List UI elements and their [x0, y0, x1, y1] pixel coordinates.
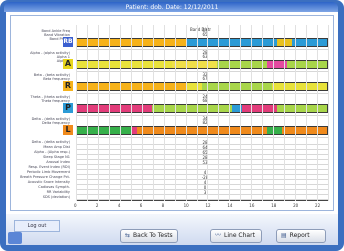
row-label: Beta frequency [43, 77, 70, 81]
metric-label: Cadiovas Sympth. [38, 185, 70, 189]
x-tick-label: 16 [249, 203, 255, 208]
grid-line [284, 25, 286, 201]
band-tag: A [63, 59, 73, 69]
app-icon [8, 232, 22, 244]
band-bar [76, 38, 328, 47]
grid-line [97, 25, 99, 201]
band-value: 65 [202, 32, 208, 37]
row-label: Delta frequency [41, 121, 70, 125]
line-chart-icon: 〰 [215, 232, 222, 239]
bar-segment [77, 127, 132, 134]
line-chart-label: Line Chart [224, 232, 255, 239]
metric-label: Breath Pressure Change Pct. [20, 175, 70, 179]
x-tick-label: 4 [117, 203, 121, 208]
bar-segment [137, 127, 267, 134]
bar-segment [217, 61, 267, 68]
grid-line [185, 25, 187, 201]
line-chart-button[interactable]: 〰 Line Chart [210, 229, 262, 243]
bar-segment [187, 39, 277, 46]
metric-label: Sleep Stage N1 [43, 155, 70, 159]
grid-line [130, 25, 132, 201]
band-value: 82 [202, 120, 208, 125]
metric-label: SDS (deviation) [42, 195, 70, 199]
back-to-tests-label: Back To Tests [133, 232, 173, 239]
row-divider [76, 137, 328, 138]
x-tick-label: 18 [271, 203, 277, 208]
logout-tab[interactable]: Log out [14, 220, 60, 232]
band-bar [76, 104, 328, 113]
grid-line [295, 25, 297, 201]
band-value: 67 [202, 76, 208, 81]
back-to-tests-button[interactable]: ⇆ Back To Tests [120, 229, 178, 243]
grid-line [86, 25, 88, 201]
x-tick-label: 14 [227, 203, 233, 208]
band-value: 63 [202, 54, 208, 59]
grid-line [152, 25, 154, 201]
metric-label: Periodic Limb Movement [26, 170, 70, 174]
grid-line [229, 25, 231, 201]
x-tick-label: 2 [95, 203, 99, 208]
band-tag: R [63, 81, 73, 91]
grid-line [196, 25, 198, 201]
grid-line [174, 25, 176, 201]
band-bar [76, 126, 328, 135]
metric-label: Resp. Event Index (RDI) [28, 165, 70, 169]
bar-segment [77, 83, 187, 90]
x-axis [76, 200, 328, 201]
grid-line [76, 25, 77, 201]
report-button[interactable]: ▤ Report [276, 229, 326, 243]
bar-segment [172, 61, 217, 68]
bar-segment [272, 83, 327, 90]
grid-line [328, 25, 329, 201]
grid-line [163, 25, 165, 201]
grid-line [207, 25, 209, 201]
x-tick-label: 22 [315, 203, 321, 208]
grid-line [262, 25, 264, 201]
grid-line [141, 25, 143, 201]
bar-segment [242, 105, 277, 112]
row-label: Alpha 2 [56, 59, 70, 63]
bar-segment [77, 61, 172, 68]
grid-line [108, 25, 110, 201]
metric-label: RR Variability [46, 190, 70, 194]
metric-label: Delta - (delta activity) [31, 140, 70, 144]
x-tick-label: 20 [293, 203, 299, 208]
x-tick-label: 6 [139, 203, 143, 208]
metric-label: Arousal Index [46, 160, 70, 164]
grid-line [317, 25, 319, 201]
row-label: Theta frequency [41, 99, 70, 103]
band-tag: P [63, 103, 73, 113]
band-value: 68 [202, 98, 208, 103]
band-tag: L [63, 125, 73, 135]
grid-line [119, 25, 121, 201]
x-tick-label: 0 [74, 203, 77, 208]
window-title: Patient: dob. Date: 12/12/2011 [125, 4, 219, 11]
grid-line [218, 25, 220, 201]
row-label: Band Phase [49, 37, 70, 41]
x-tick-label: 12 [205, 203, 211, 208]
metric-label: Mean Amp Dist [43, 145, 70, 149]
bar-segment [292, 39, 327, 46]
x-tick-label: 8 [161, 203, 165, 208]
double-arrow-icon: ⇆ [125, 232, 131, 239]
band-bar [76, 60, 328, 69]
grid-line [240, 25, 242, 201]
grid-line [251, 25, 253, 201]
metric-label: Alpha - (Alpha resp.) [34, 150, 70, 154]
bar-segment [77, 39, 187, 46]
row-divider [76, 194, 328, 195]
band-bar [76, 82, 328, 91]
row-divider [76, 164, 328, 165]
metric-label: Acoustic Snore Intensity [27, 180, 70, 184]
bar-segment [267, 127, 282, 134]
bar-segment [282, 127, 327, 134]
x-tick-label: 10 [183, 203, 189, 208]
report-icon: ▤ [281, 232, 287, 239]
bar-segment [187, 83, 202, 90]
grid-line [306, 25, 308, 201]
band-tag: RB [63, 37, 73, 47]
grid-line [273, 25, 275, 201]
report-label: Report [289, 232, 310, 239]
